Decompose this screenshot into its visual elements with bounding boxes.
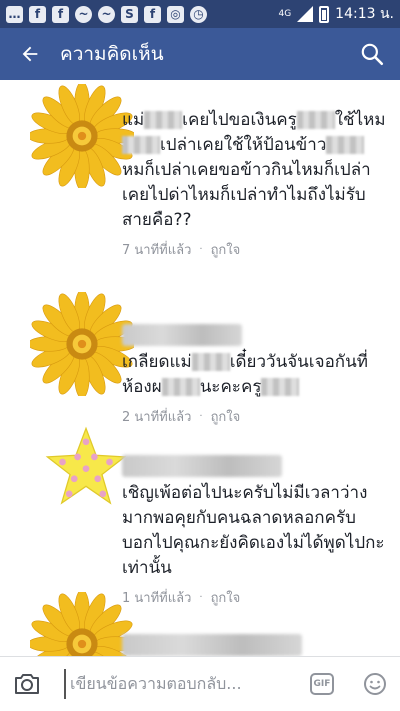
comments-list[interactable]: แม่ เคยไปขอเงินครู ใช้ไหมเปล่าเคยใช้ให้ป้อ… xyxy=(0,80,400,656)
redacted-text xyxy=(144,111,183,129)
comment-item: แม่ เคยไปขอเงินครู ใช้ไหมเปล่าเคยใช้ให้ป้อ… xyxy=(0,80,400,290)
like-button[interactable]: ถูกใจ xyxy=(211,406,241,427)
facebook-icon: f xyxy=(52,5,69,23)
chat-icon: … xyxy=(6,5,23,23)
camera-icon xyxy=(15,674,39,694)
comment-item xyxy=(0,590,400,656)
reply-composer: เขียนข้อความตอบกลับ... GIF xyxy=(0,656,400,711)
notification-icons: … f f ~ ~ S f ◎ ◷ xyxy=(6,5,207,23)
like-button[interactable]: ถูกใจ xyxy=(211,239,241,260)
separator-dot: · xyxy=(199,411,203,422)
emoji-button[interactable] xyxy=(362,671,388,697)
sunflower-avatar[interactable] xyxy=(30,292,134,396)
alarm-icon: ◷ xyxy=(190,5,207,23)
comment-time: 7 นาทีที่แล้ว xyxy=(122,243,192,258)
search-icon xyxy=(361,43,384,66)
battery-icon xyxy=(319,5,330,23)
redacted-text xyxy=(261,378,300,396)
status-time: 14:13 น. xyxy=(335,6,394,22)
search-button[interactable] xyxy=(344,28,400,80)
redacted-author-name[interactable] xyxy=(122,634,302,656)
comment-meta: 2 นาทีที่แล้ว · ถูกใจ xyxy=(122,406,390,427)
app-bar: ความคิดเห็น xyxy=(0,28,400,80)
redacted-text xyxy=(296,111,335,129)
signal-icon xyxy=(297,6,314,22)
messenger-icon: ~ xyxy=(98,5,115,23)
page-title: ความคิดเห็น xyxy=(60,43,164,65)
comment-meta: 7 นาทีที่แล้ว · ถูกใจ xyxy=(122,239,390,260)
separator-dot: · xyxy=(199,244,203,255)
redacted-text xyxy=(326,136,365,154)
redacted-text xyxy=(191,353,230,371)
redacted-text xyxy=(122,136,160,154)
comment-text: เกลียดแม่ เดี๋ยววันจันเจอกันที่ห้องผ นะคะค… xyxy=(122,352,368,397)
reply-input[interactable]: เขียนข้อความตอบกลับ... xyxy=(64,669,310,699)
camera-button[interactable] xyxy=(12,669,42,699)
status-bar: … f f ~ ~ S f ◎ ◷ 4G 14:13 น. xyxy=(0,0,400,28)
gif-button[interactable]: GIF xyxy=(310,673,334,695)
comment-time: 2 นาทีที่แล้ว xyxy=(122,410,192,425)
redacted-text xyxy=(161,378,200,396)
instagram-icon: ◎ xyxy=(167,5,184,23)
messenger-icon: ~ xyxy=(75,5,92,23)
back-arrow-icon xyxy=(22,46,38,62)
sunflower-avatar[interactable] xyxy=(30,592,134,656)
redacted-author-name[interactable] xyxy=(122,324,242,346)
comment-item: เกลียดแม่ เดี๋ยววันจันเจอกันที่ห้องผ นะคะค… xyxy=(0,290,400,425)
back-button[interactable] xyxy=(0,28,60,80)
comment-item: เชิญเพ้อต่อไปนะครับไม่มีเวลาว่างมากพอคุย… xyxy=(0,425,400,606)
star-avatar[interactable] xyxy=(44,425,128,509)
facebook-icon: f xyxy=(29,5,46,23)
comment-text: เชิญเพ้อต่อไปนะครับไม่มีเวลาว่างมากพอคุย… xyxy=(122,483,385,578)
comment-text: แม่ เคยไปขอเงินครู ใช้ไหมเปล่าเคยใช้ให้ป้อ… xyxy=(122,110,386,230)
redacted-author-name[interactable] xyxy=(122,455,282,477)
emoji-icon xyxy=(364,673,386,695)
network-indicator: 4G xyxy=(278,8,292,19)
s-icon: S xyxy=(121,5,138,23)
sunflower-avatar[interactable] xyxy=(30,84,134,188)
facebook-icon: f xyxy=(144,5,161,23)
